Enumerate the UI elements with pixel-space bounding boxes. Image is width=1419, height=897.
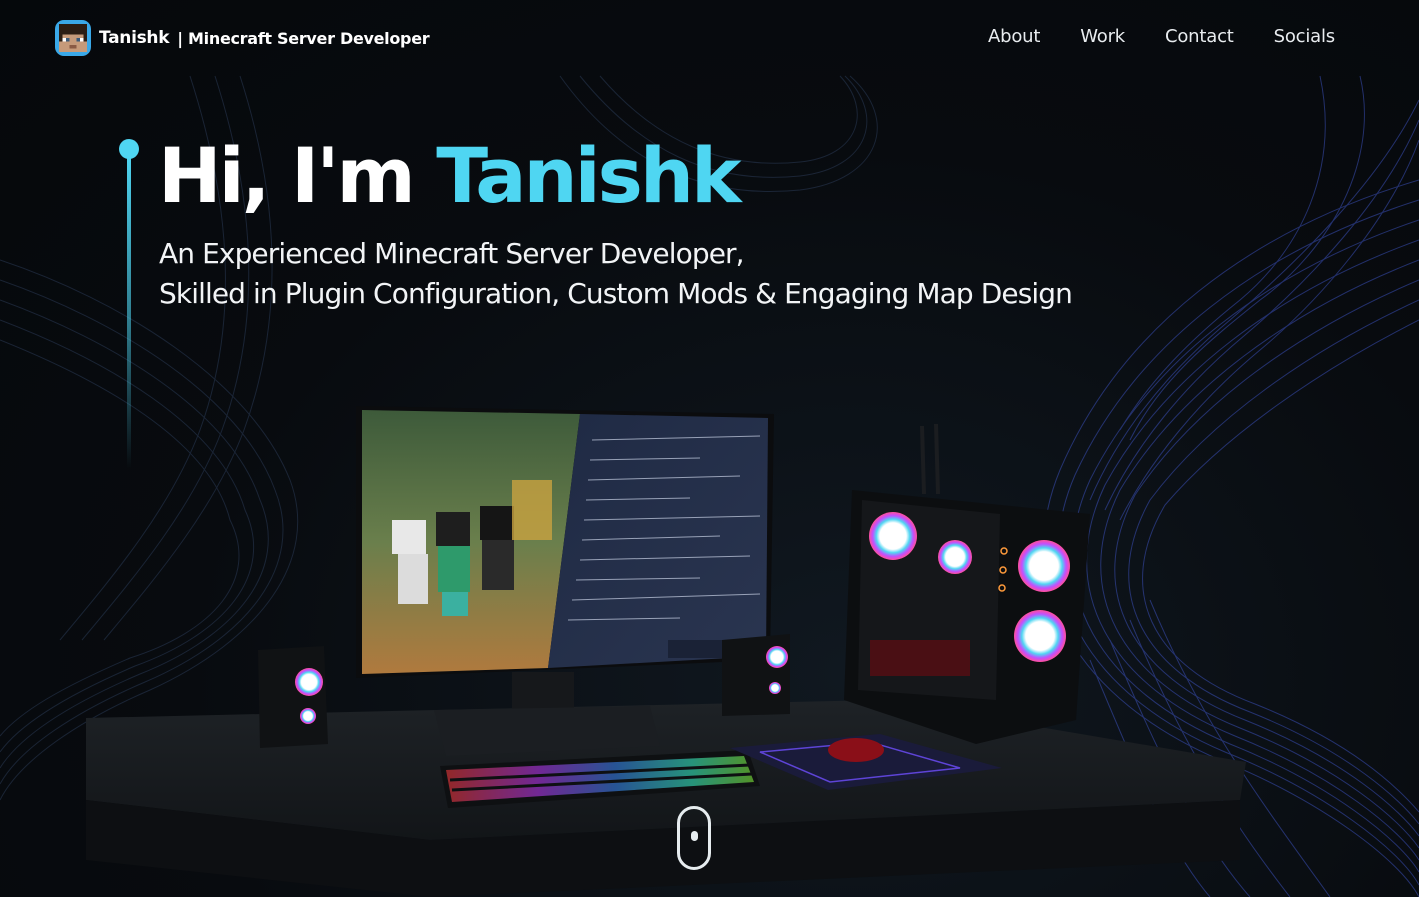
page: Tanishk | Minecraft Server Developer Abo… xyxy=(0,0,1419,897)
mouse-scroll-icon[interactable] xyxy=(677,806,711,870)
left-speaker xyxy=(258,646,328,748)
pc-tower xyxy=(844,423,1090,744)
desk-setup-illustration xyxy=(86,406,1246,897)
right-speaker xyxy=(722,634,790,716)
gaming-mouse xyxy=(828,738,884,762)
scroll-wheel-dot xyxy=(691,831,698,841)
monitor xyxy=(356,406,774,756)
